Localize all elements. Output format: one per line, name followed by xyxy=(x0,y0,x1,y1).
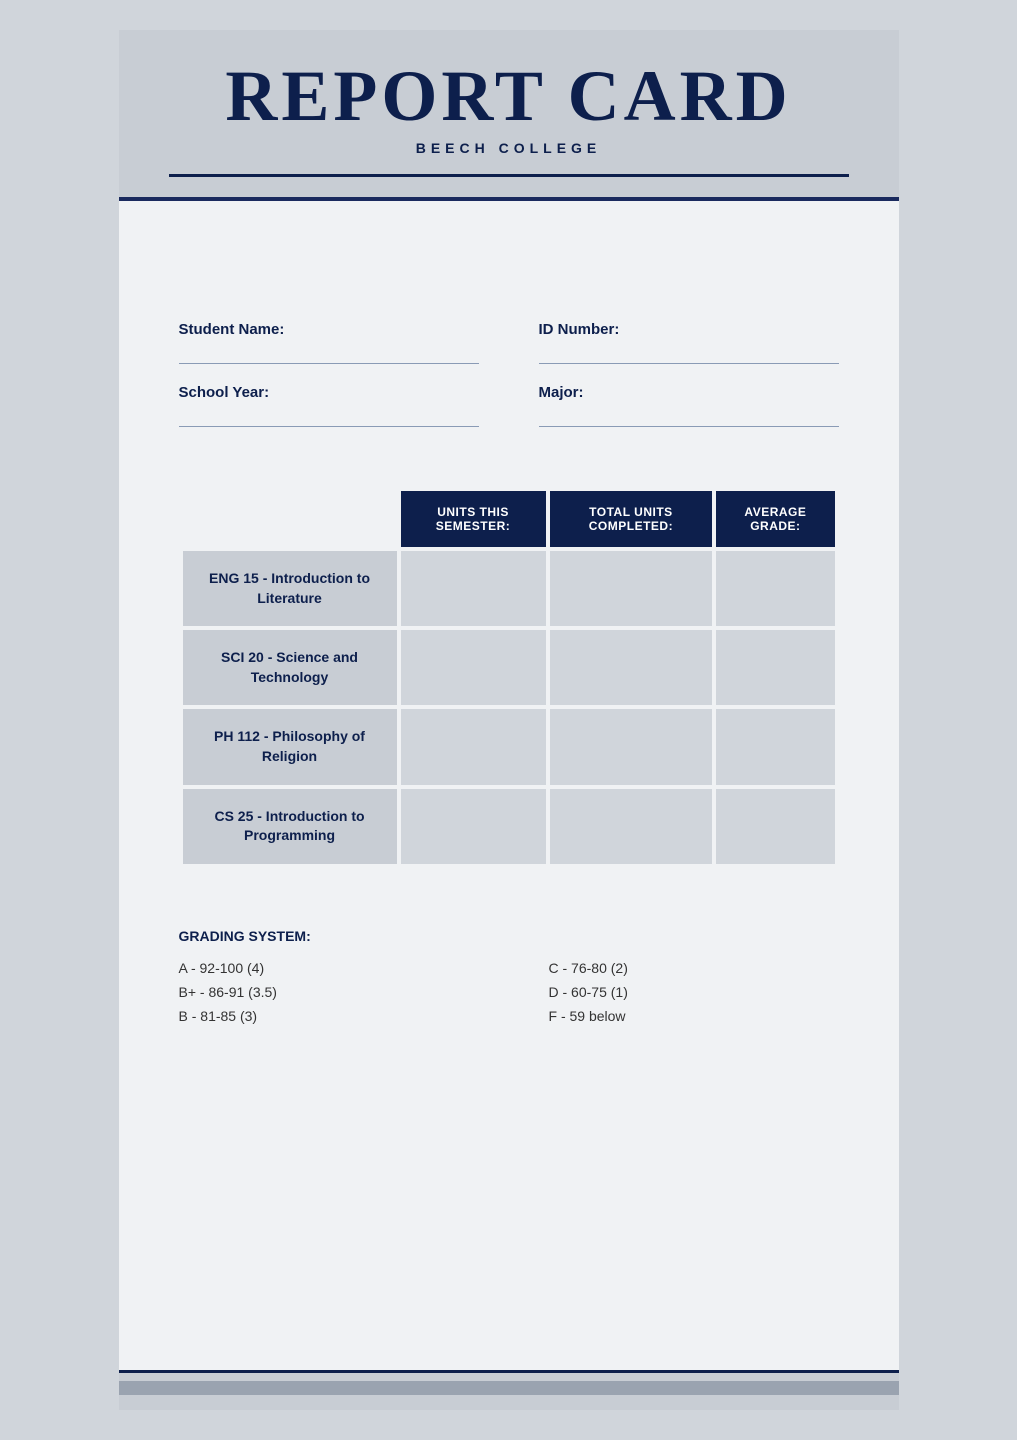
total-units-cell[interactable] xyxy=(550,630,713,705)
table-row: PH 112 - Philosophy of Religion xyxy=(183,709,835,784)
units-this-semester-header: UNITS THIS SEMESTER: xyxy=(401,491,546,547)
course-name-cell: CS 25 - Introduction to Programming xyxy=(183,789,397,864)
course-header xyxy=(183,491,397,547)
college-name: BEECH COLLEGE xyxy=(169,140,849,156)
grading-item: D - 60-75 (1) xyxy=(549,984,839,1000)
average-grade-header: AVERAGE GRADE: xyxy=(716,491,834,547)
total-units-cell[interactable] xyxy=(550,789,713,864)
table-row: CS 25 - Introduction to Programming xyxy=(183,789,835,864)
school-year-field: School Year: xyxy=(179,384,479,427)
grading-system-title: GRADING SYSTEM: xyxy=(179,928,839,944)
table-row: ENG 15 - Introduction to Literature xyxy=(183,551,835,626)
grade-cell[interactable] xyxy=(716,551,834,626)
grading-item: C - 76-80 (2) xyxy=(549,960,839,976)
major-input-line[interactable] xyxy=(539,405,839,427)
course-name-cell: PH 112 - Philosophy of Religion xyxy=(183,709,397,784)
school-year-input-line[interactable] xyxy=(179,405,479,427)
report-title: REPORT CARD xyxy=(169,60,849,132)
student-name-input-line[interactable] xyxy=(179,342,479,364)
course-name-cell: ENG 15 - Introduction to Literature xyxy=(183,551,397,626)
major-label: Major: xyxy=(539,384,839,401)
id-number-field: ID Number: xyxy=(539,321,839,364)
total-units-cell[interactable] xyxy=(550,709,713,784)
id-number-input-line[interactable] xyxy=(539,342,839,364)
header-divider xyxy=(169,174,849,177)
table-row: SCI 20 - Science and Technology xyxy=(183,630,835,705)
grading-item: B+ - 86-91 (3.5) xyxy=(179,984,469,1000)
total-units-header: TOTAL UNITS COMPLETED: xyxy=(550,491,713,547)
grade-cell[interactable] xyxy=(716,789,834,864)
grade-cell[interactable] xyxy=(716,630,834,705)
grading-left-column: A - 92-100 (4) B+ - 86-91 (3.5) B - 81-85 … xyxy=(179,960,469,1024)
school-year-label: School Year: xyxy=(179,384,479,401)
course-name-cell: SCI 20 - Science and Technology xyxy=(183,630,397,705)
header: REPORT CARD BEECH COLLEGE xyxy=(119,30,899,201)
units-cell[interactable] xyxy=(401,709,546,784)
grade-cell[interactable] xyxy=(716,709,834,784)
units-cell[interactable] xyxy=(401,630,546,705)
total-units-cell[interactable] xyxy=(550,551,713,626)
id-number-label: ID Number: xyxy=(539,321,839,338)
units-cell[interactable] xyxy=(401,789,546,864)
student-name-field: Student Name: xyxy=(179,321,479,364)
student-name-label: Student Name: xyxy=(179,321,479,338)
units-cell[interactable] xyxy=(401,551,546,626)
student-info-section: Student Name: ID Number: School Year: Ma… xyxy=(179,321,839,427)
major-field: Major: xyxy=(539,384,839,427)
grading-grid: A - 92-100 (4) B+ - 86-91 (3.5) B - 81-85 … xyxy=(179,960,839,1024)
grading-item: A - 92-100 (4) xyxy=(179,960,469,976)
report-card-page: REPORT CARD BEECH COLLEGE Student Name: … xyxy=(119,30,899,1410)
grading-item: F - 59 below xyxy=(549,1008,839,1024)
grading-right-column: C - 76-80 (2) D - 60-75 (1) F - 59 below xyxy=(549,960,839,1024)
footer-stripe xyxy=(119,1381,899,1395)
grading-system-section: GRADING SYSTEM: A - 92-100 (4) B+ - 86-91… xyxy=(179,928,839,1024)
footer xyxy=(119,1370,899,1410)
main-content: Student Name: ID Number: School Year: Ma… xyxy=(119,201,899,1370)
grading-item: B - 81-85 (3) xyxy=(179,1008,469,1024)
grades-table: UNITS THIS SEMESTER: TOTAL UNITS COMPLET… xyxy=(179,487,839,868)
